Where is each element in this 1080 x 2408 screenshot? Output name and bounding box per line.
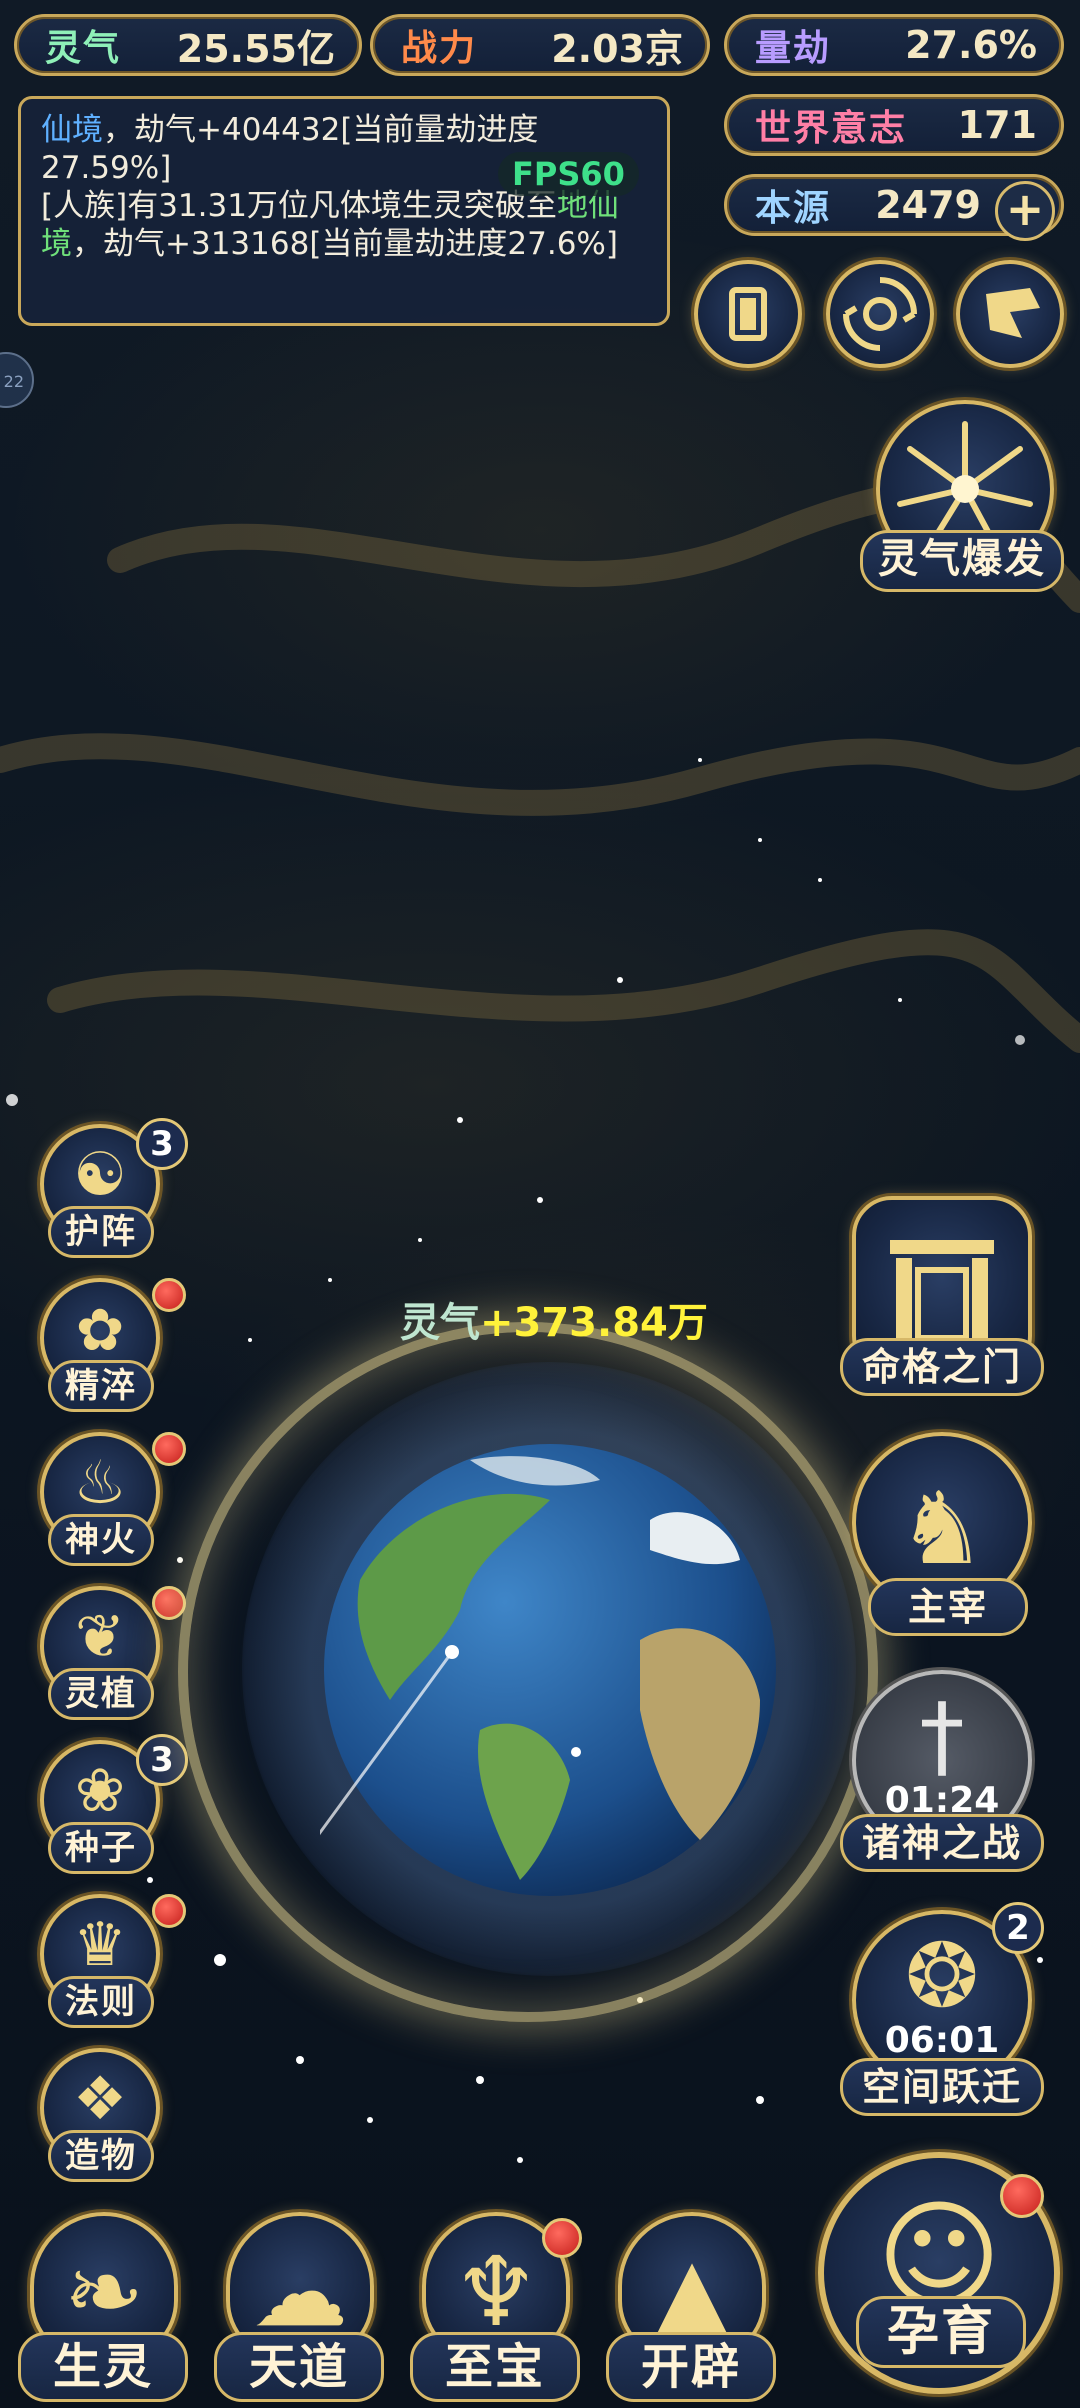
fire-icon: ♨ [73,1448,127,1518]
log-tail-2: ，劫气+313168[当前量劫进度27.6%] [72,226,618,262]
liangjie-label: 量劫 [755,27,832,69]
lingqi-label: 灵气 [45,27,122,69]
yunyu-label: 孕育 [856,2296,1026,2368]
log-text-2: [人族]有31.31万位凡体境生灵突破至 [41,188,557,224]
liangjie-value: 27.6% [905,23,1037,67]
shenhuo-alert-dot [152,1432,186,1466]
event-log: 仙境，劫气+404432[当前量劫进度27.59%] [人族]有31.31万位凡… [18,96,670,326]
zhuzai-label: 主宰 [868,1578,1028,1636]
log-text-1: ，劫气+404432[当前量劫进度27.59%] [41,112,539,186]
zhibao-button[interactable]: ♆ 至宝 [406,2212,582,2404]
faze-label: 法则 [48,1976,154,2028]
vortex-icon [843,277,917,351]
faze-button[interactable]: ♛ 法则 [40,1894,186,2028]
shijie-value: 171 [957,103,1037,147]
zhushen-label: 诸神之战 [840,1814,1044,1872]
kaipi-button[interactable]: ▲ 开辟 [602,2212,778,2404]
zhongzi-button[interactable]: ❀ 种子 3 [40,1734,188,1874]
shengling-label: 生灵 [18,2332,188,2402]
kongjian-badge: 2 [992,1902,1044,1954]
add-benyuan-button[interactable]: + [995,181,1055,241]
shenhuo-button[interactable]: ♨ 神火 [40,1432,186,1566]
diamond-icon: ❖ [73,2064,127,2134]
zhongzi-badge: 3 [136,1734,188,1786]
lingqi-bar[interactable]: 灵气 25.55亿 [14,14,362,76]
benyuan-label: 本源 [755,187,832,229]
zaowu-label: 造物 [48,2130,154,2182]
burst-label[interactable]: 灵气爆发 [860,530,1064,592]
sword-icon: † [919,1684,965,1789]
fps-counter: FPS60 [498,152,639,196]
flag-button[interactable] [956,260,1064,368]
portal-button[interactable] [826,260,934,368]
faze-alert-dot [152,1894,186,1928]
huzhen-badge: 3 [136,1118,188,1170]
log-line-2: [人族]有31.31万位凡体境生灵突破至地仙境，劫气+313168[当前量劫进度… [41,187,647,263]
zaowu-button[interactable]: ❖ 造物 [40,2048,168,2182]
lingzhi-label: 灵植 [48,1668,154,1720]
kongjian-label: 空间跃迁 [840,2058,1044,2116]
huzhen-button[interactable]: ☯ 护阵 3 [40,1118,188,1258]
shenhuo-label: 神火 [48,1514,154,1566]
kaipi-label: 开辟 [606,2332,776,2402]
gain-label: 灵气 [400,1299,480,1346]
shengling-button[interactable]: ❧ 生灵 [14,2212,190,2404]
shijie-label: 世界意志 [755,107,908,149]
gain-value: +373.84万 [480,1300,708,1346]
yunyu-alert-dot [1000,2174,1044,2218]
zhanli-label: 战力 [401,27,478,69]
zhongzi-label: 种子 [48,1822,154,1874]
jingcui-button[interactable]: ✿ 精淬 [40,1278,186,1412]
benyuan-bar[interactable]: 本源 2479 + [724,174,1064,241]
liangjie-bar[interactable]: 量劫 27.6% [724,14,1064,76]
zhanli-value: 2.03京 [551,26,683,71]
log-realm-1: 仙境 [41,112,103,148]
jingcui-label: 精淬 [48,1360,154,1412]
zhibao-label: 至宝 [410,2332,580,2402]
kongjian-timer: 06:01 [884,2020,1000,2061]
card-icon [729,287,767,341]
shijie-bar[interactable]: 世界意志 171 [724,94,1064,156]
lingqi-gain: 灵气+373.84万 [400,1290,708,1348]
tiandao-label: 天道 [214,2332,384,2402]
lotus-flame-icon: ✿ [75,1296,125,1364]
card-button[interactable] [694,260,802,368]
tiandao-button[interactable]: ☁ 天道 [210,2212,386,2404]
lingqi-value: 25.55亿 [176,26,335,71]
beast-icon: ♛ [73,1910,127,1980]
mingge-label: 命格之门 [840,1338,1044,1396]
zhibao-alert-dot [542,2218,582,2258]
benyuan-value: 2479 [875,183,981,227]
lingzhi-button[interactable]: ❦ 灵植 [40,1586,186,1720]
dragon-icon: ♞ [897,1470,987,1587]
huzhen-label: 护阵 [48,1206,154,1258]
side-tab[interactable]: 22 [0,352,34,408]
flag-icon [986,288,1040,338]
lingzhi-alert-dot [152,1586,186,1620]
earth-globe[interactable] [320,1440,780,1900]
zhanli-bar[interactable]: 战力 2.03京 [370,14,710,76]
plant-icon: ❦ [74,1602,126,1672]
jingcui-alert-dot [152,1278,186,1312]
